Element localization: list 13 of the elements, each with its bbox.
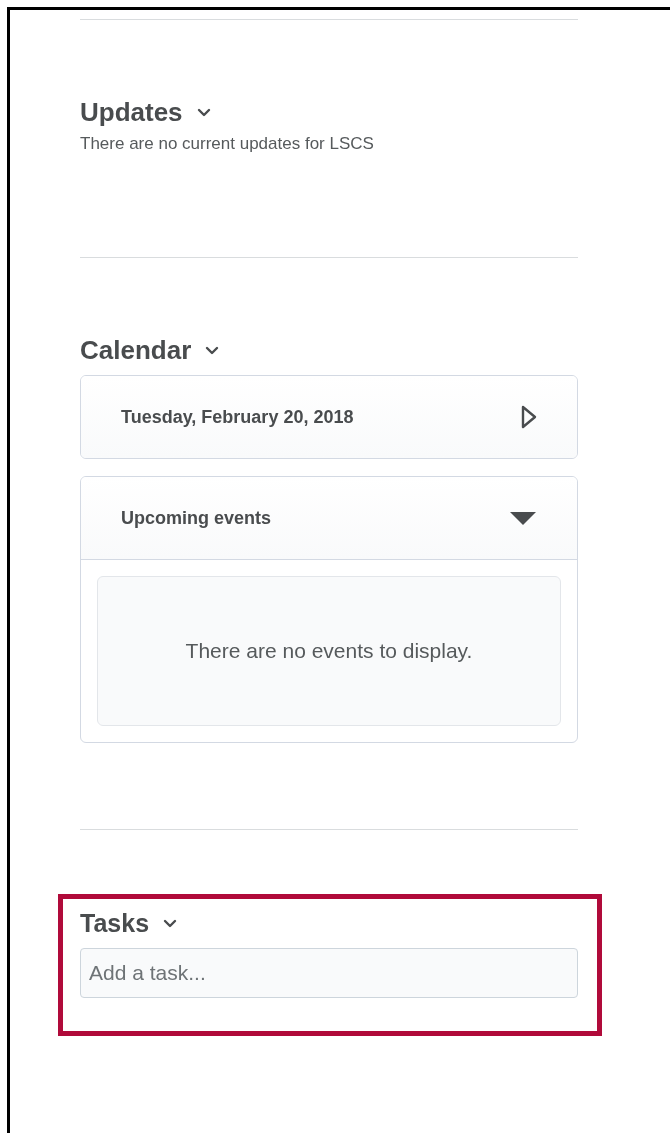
chevron-down-icon[interactable] [205,345,220,355]
triangle-down-icon[interactable] [509,510,537,526]
chevron-down-icon[interactable] [196,107,211,117]
calendar-date: Tuesday, February 20, 2018 [121,406,354,428]
add-task-field[interactable]: Add a task... [80,948,578,998]
next-day-icon[interactable] [521,405,537,429]
updates-message: There are no current updates for LSCS [80,134,375,154]
empty-events-message: There are no events to display. [97,576,561,726]
chevron-down-icon[interactable] [163,918,178,928]
upcoming-events-label: Upcoming events [121,507,272,529]
section-title: Calendar [80,334,192,366]
section-title: Updates [80,96,183,128]
section-title: Tasks [80,909,150,937]
